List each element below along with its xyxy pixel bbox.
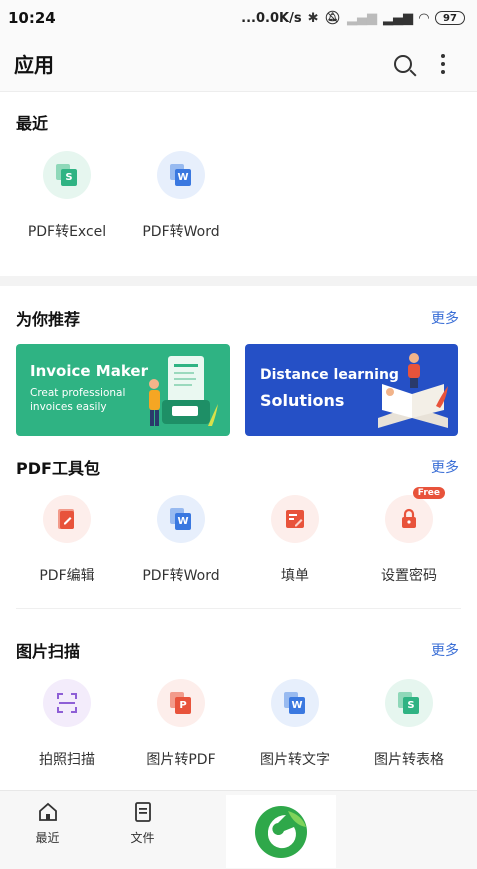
home-icon — [38, 802, 57, 821]
banner-subtitle: Creat professional — [30, 387, 126, 399]
logo-overlay — [226, 795, 336, 868]
image-scan-row: 拍照扫描 P 图片转PDF W 图片转文字 S 图片转表格 — [10, 679, 477, 769]
image-to-pdf-icon: P — [157, 679, 205, 727]
more-options-button[interactable] — [423, 44, 463, 84]
signal-icon: ▂▄▆ — [347, 10, 377, 26]
section-title: PDF工具包 — [16, 459, 100, 478]
status-icons: ...0.0K/s ✱ 🔕︎ ▂▄▆ ▂▄▆ ◠ 97 — [241, 11, 465, 26]
banner-title: Solutions — [260, 391, 345, 410]
app-label: 拍照扫描 — [39, 752, 95, 768]
app-label: 图片转PDF — [146, 752, 216, 768]
app-tile-set-password[interactable]: Free 设置密码 — [352, 487, 466, 585]
pdf-edit-icon — [43, 495, 91, 543]
section-title: 图片扫描 — [16, 642, 81, 661]
app-label: PDF转Word — [142, 224, 220, 240]
image-to-table-icon: S — [385, 679, 433, 727]
recommend-section-header: 为你推荐 更多 — [16, 306, 459, 330]
app-tile-photo-scan[interactable]: 拍照扫描 — [10, 679, 124, 769]
banner-title: Invoice Maker — [30, 362, 148, 380]
section-title: 最近 — [16, 114, 49, 133]
lock-icon: Free — [385, 487, 445, 543]
network-speed: ...0.0K/s — [241, 10, 302, 26]
app-tile-image-to-pdf[interactable]: P 图片转PDF — [124, 679, 238, 769]
recent-apps-row: S PDF转Excel W PDF转Word — [10, 151, 477, 241]
bluetooth-icon: ✱ — [307, 10, 319, 26]
fill-form-icon — [271, 495, 319, 543]
app-label: PDF编辑 — [39, 568, 95, 584]
nav-item-recent[interactable]: 最近 — [0, 791, 95, 869]
pdf-to-word-icon: W — [157, 151, 205, 199]
pdf-toolkit-section-header: PDF工具包 更多 — [16, 455, 459, 479]
banner-subtitle: invoices easily — [30, 401, 107, 413]
nav-label: 最近 — [35, 831, 60, 845]
image-scan-section-header: 图片扫描 更多 — [16, 638, 459, 662]
free-badge: Free — [412, 487, 445, 499]
search-button[interactable] — [383, 44, 423, 84]
app-bar: 应用 — [0, 36, 477, 92]
invoice-maker-banner[interactable]: Invoice Maker Creat professional invoice… — [16, 344, 230, 436]
app-tile-pdf-to-excel[interactable]: S PDF转Excel — [10, 151, 124, 241]
recent-section-header: 最近 — [16, 110, 459, 134]
signal-icon: ▂▄▆ — [383, 10, 413, 26]
app-label: 填单 — [281, 568, 309, 584]
status-time: 10:24 — [8, 9, 56, 27]
page-title: 应用 — [14, 53, 54, 77]
section-divider — [16, 608, 461, 609]
mute-icon: 🔕︎ — [324, 10, 341, 26]
wifi-icon: ◠ — [419, 10, 429, 26]
app-label: 图片转表格 — [374, 752, 444, 768]
more-link[interactable]: 更多 — [431, 308, 459, 328]
app-label: PDF转Word — [142, 568, 220, 584]
distance-learning-banner[interactable]: Distance learning Solutions — [245, 344, 458, 436]
app-tile-fill-form[interactable]: 填单 — [238, 495, 352, 585]
pdf-to-word-icon: W — [157, 495, 205, 543]
image-to-text-icon: W — [271, 679, 319, 727]
search-icon — [394, 54, 412, 73]
app-tile-image-to-table[interactable]: S 图片转表格 — [352, 679, 466, 769]
more-vertical-icon — [441, 53, 445, 74]
more-link[interactable]: 更多 — [431, 640, 459, 660]
app-label: PDF转Excel — [27, 224, 107, 240]
app-tile-pdf-edit[interactable]: PDF编辑 — [10, 495, 124, 585]
section-title: 为你推荐 — [16, 310, 81, 329]
app-label: 设置密码 — [381, 568, 437, 584]
nav-label: 文件 — [130, 831, 155, 845]
more-link[interactable]: 更多 — [431, 457, 459, 477]
battery-icon: 97 — [435, 11, 465, 25]
leaf-logo-icon — [255, 805, 307, 858]
scan-icon — [43, 679, 91, 727]
status-bar: 10:24 ...0.0K/s ✱ 🔕︎ ▂▄▆ ▂▄▆ ◠ 97 — [0, 0, 477, 36]
invoice-illustration-icon — [149, 356, 218, 426]
learning-illustration-icon — [378, 353, 448, 428]
app-tile-image-to-text[interactable]: W 图片转文字 — [238, 679, 352, 769]
section-divider — [0, 276, 477, 286]
app-label: 图片转文字 — [260, 752, 330, 768]
file-icon — [134, 802, 151, 822]
pdf-toolkit-row: PDF编辑 W PDF转Word 填单 Free 设置密码 — [10, 487, 477, 585]
app-tile-pdf-to-word[interactable]: W PDF转Word — [124, 151, 238, 241]
app-tile-pdf-to-word[interactable]: W PDF转Word — [124, 495, 238, 585]
nav-item-files[interactable]: 文件 — [95, 791, 190, 869]
pdf-to-excel-icon: S — [43, 151, 91, 199]
